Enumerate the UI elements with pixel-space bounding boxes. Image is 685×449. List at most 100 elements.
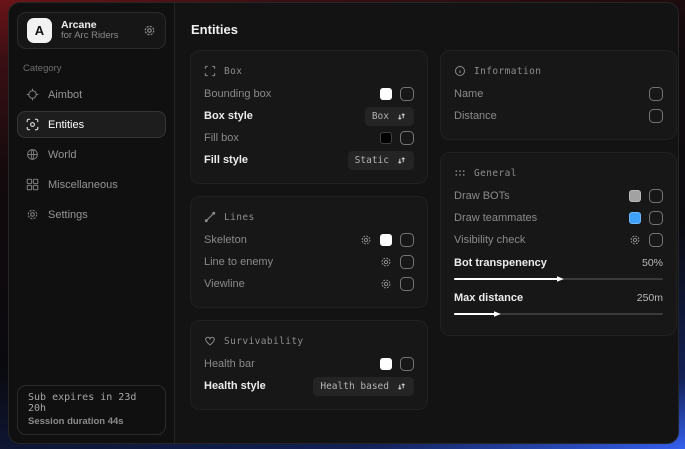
globe-icon [26, 148, 39, 161]
session-duration-text: Session duration 44s [28, 416, 155, 427]
setting-row: Skeleton [204, 229, 414, 251]
setting-row: Draw teammates [454, 207, 663, 229]
gear-icon[interactable] [629, 234, 641, 246]
setting-label: Skeleton [204, 234, 352, 246]
color-swatch[interactable] [380, 358, 392, 370]
checkbox[interactable] [400, 131, 414, 145]
section-title: Survivability [224, 336, 304, 347]
info-icon [454, 65, 466, 77]
color-swatch[interactable] [380, 88, 392, 100]
checkbox[interactable] [649, 233, 663, 247]
dropdown-value: Box [372, 111, 389, 122]
grid-dots-icon [454, 167, 466, 179]
slider-row: Max distance250m [454, 288, 663, 318]
checkbox[interactable] [649, 211, 663, 225]
scan-icon [26, 118, 39, 131]
setting-row: Name [454, 83, 663, 105]
setting-row: Viewline [204, 273, 414, 295]
setting-label: Name [454, 88, 641, 100]
setting-row: Box styleBox [204, 105, 414, 127]
color-swatch[interactable] [380, 234, 392, 246]
setting-row: Visibility check [454, 229, 663, 251]
section-lines: LinesSkeletonLine to enemyViewline [190, 196, 428, 308]
sort-icon [396, 155, 407, 166]
setting-label: Health bar [204, 358, 372, 370]
gear-icon[interactable] [143, 24, 156, 37]
gear-icon[interactable] [380, 256, 392, 268]
section-title: Information [474, 66, 541, 77]
right-column: InformationNameDistanceGeneralDraw BOTsD… [440, 50, 677, 336]
checkbox[interactable] [400, 277, 414, 291]
sidebar-item-label: Miscellaneous [48, 179, 118, 191]
checkbox[interactable] [649, 189, 663, 203]
section-survivability: SurvivabilityHealth barHealth styleHealt… [190, 320, 428, 410]
section-title: Lines [224, 212, 255, 223]
setting-row: Health style Health based [204, 375, 414, 397]
setting-label: Bounding box [204, 88, 372, 100]
setting-label: Health style [204, 380, 305, 392]
slider-track[interactable] [454, 275, 663, 283]
setting-label: Fill box [204, 132, 372, 144]
slider-label: Max distance [454, 292, 637, 304]
checkbox[interactable] [400, 233, 414, 247]
sort-icon [396, 111, 407, 122]
setting-label: Distance [454, 110, 641, 122]
slider-thumb[interactable] [557, 275, 565, 283]
dropdown-select[interactable]: Static [348, 151, 414, 170]
color-swatch[interactable] [629, 212, 641, 224]
sidebar-item-entities[interactable]: Entities [17, 111, 166, 138]
dropdown-value: Static [355, 155, 389, 166]
sidebar-item-settings[interactable]: Settings [17, 201, 166, 228]
checkbox[interactable] [400, 87, 414, 101]
category-label: Category [23, 63, 166, 74]
sidebar-item-miscellaneous[interactable]: Miscellaneous [17, 171, 166, 198]
setting-label: Draw teammates [454, 212, 621, 224]
checkbox[interactable] [400, 357, 414, 371]
slider-track[interactable] [454, 310, 663, 318]
crosshair-icon [26, 88, 39, 101]
sidebar-item-label: Entities [48, 119, 84, 131]
setting-row: Health bar [204, 353, 414, 375]
setting-label: Fill style [204, 154, 340, 166]
checkbox[interactable] [649, 87, 663, 101]
gear-icon[interactable] [360, 234, 372, 246]
checkbox[interactable] [400, 255, 414, 269]
sidebar-item-world[interactable]: World [17, 141, 166, 168]
setting-label: Draw BOTs [454, 190, 621, 202]
line-icon [204, 211, 216, 223]
sub-expiry-text: Sub expires in 23d 20h [28, 392, 155, 414]
setting-row: Bounding box [204, 83, 414, 105]
brand-card: A Arcane for Arc Riders [17, 12, 166, 49]
brand-subtitle: for Arc Riders [61, 31, 134, 42]
dropdown-select[interactable]: Health based [313, 377, 414, 396]
slider-value: 50% [642, 257, 663, 269]
setting-row: Fill style Static [204, 149, 414, 171]
slider-row: Bot transpenency50% [454, 253, 663, 283]
dropdown-select[interactable]: Box [365, 107, 414, 126]
setting-row: Draw BOTs [454, 185, 663, 207]
brand-initial: A [35, 23, 44, 38]
setting-row: Distance [454, 105, 663, 127]
sidebar-item-label: World [48, 149, 77, 161]
sidebar-item-aimbot[interactable]: Aimbot [17, 81, 166, 108]
grid-icon [26, 178, 39, 191]
section-general: GeneralDraw BOTsDraw teammatesVisibility… [440, 152, 677, 336]
setting-label: Visibility check [454, 234, 621, 246]
gear-icon[interactable] [380, 278, 392, 290]
color-swatch[interactable] [629, 190, 641, 202]
app-window: A Arcane for Arc Riders Category Aimbot E… [8, 2, 679, 444]
slider-thumb[interactable] [494, 310, 502, 318]
left-column: BoxBounding boxBox styleBoxFill boxFill … [190, 50, 428, 410]
dropdown-value: Health based [320, 381, 389, 392]
sort-icon [396, 381, 407, 392]
color-swatch[interactable] [380, 132, 392, 144]
setting-row: Fill box [204, 127, 414, 149]
checkbox[interactable] [649, 109, 663, 123]
sidebar-nav: Aimbot Entities World Miscellaneous Settings [17, 81, 166, 228]
subscription-footer: Sub expires in 23d 20h Session duration … [17, 385, 166, 435]
setting-label: Viewline [204, 278, 372, 290]
section-title: Box [224, 66, 242, 77]
sidebar-item-label: Aimbot [48, 89, 82, 101]
brand-logo: A [27, 18, 52, 43]
sidebar-item-label: Settings [48, 209, 88, 221]
